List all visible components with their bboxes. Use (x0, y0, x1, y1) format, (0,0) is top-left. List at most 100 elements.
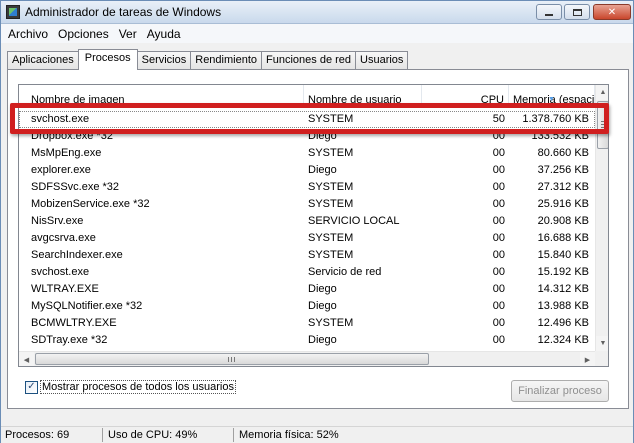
table-row[interactable]: SearchIndexer.exe SYSTEM 00 15.840 KB (19, 247, 595, 264)
cell-cpu: 00 (492, 249, 505, 261)
cell-cpu: 00 (492, 317, 505, 329)
cell-user-name: SYSTEM (308, 181, 354, 193)
cell-memory: 12.496 KB (537, 317, 589, 329)
scroll-up-icon[interactable]: ▲ (596, 85, 608, 100)
vertical-scroll-thumb[interactable] (597, 101, 608, 149)
tab-servicios[interactable]: Servicios (136, 51, 192, 70)
cell-memory: 15.192 KB (537, 266, 589, 278)
cell-cpu: 00 (492, 215, 505, 227)
minimize-icon (545, 14, 553, 16)
cell-cpu: 00 (492, 283, 505, 295)
cell-image-name: WLTRAY.EXE (31, 283, 99, 295)
process-list[interactable]: Nombre de imagen Nombre de usuario CPU ▼… (18, 84, 609, 367)
status-separator (233, 428, 234, 442)
table-row[interactable]: MySQLNotifier.exe *32 Diego 00 13.988 KB (19, 298, 595, 315)
cell-image-name: svchost.exe (31, 113, 90, 125)
cell-image-name: NisSrv.exe (31, 215, 84, 227)
status-bar: Procesos: 69 Uso de CPU: 49% Memoria fís… (1, 426, 633, 443)
tab-rendimiento[interactable]: Rendimiento (190, 51, 263, 70)
menu-ayuda[interactable]: Ayuda (142, 27, 186, 41)
show-all-users-checkbox[interactable]: ✓ (25, 380, 38, 394)
cell-memory: 15.840 KB (537, 249, 589, 261)
cell-memory: 133.532 KB (531, 130, 590, 142)
menu-archivo[interactable]: Archivo (3, 27, 53, 41)
status-process-count: Procesos: 69 (5, 429, 70, 441)
cell-memory: 14.312 KB (537, 283, 589, 295)
column-header-user-name[interactable]: Nombre de usuario (304, 85, 422, 108)
status-separator (102, 428, 103, 442)
title-bar[interactable]: Administrador de tareas de Windows ✕ (1, 1, 633, 24)
table-row[interactable]: svchost.exe SYSTEM 50 1.378.760 KB (19, 111, 595, 128)
vertical-scrollbar[interactable]: ▲ ▼ (595, 85, 608, 351)
horizontal-scroll-thumb[interactable] (35, 353, 429, 365)
cell-user-name: Servicio de red (308, 266, 382, 278)
table-row[interactable]: SDFSSvc.exe *32 SYSTEM 00 27.312 KB (19, 179, 595, 196)
status-cpu-usage: Uso de CPU: 49% (108, 429, 198, 441)
scroll-left-icon[interactable]: ◀ (19, 352, 34, 366)
cell-user-name: Diego (308, 164, 337, 176)
cell-memory: 1.378.760 KB (522, 113, 589, 125)
column-header-memory[interactable]: ▼ Memoria (espaci... (509, 85, 595, 108)
cell-cpu: 00 (492, 181, 505, 193)
cell-image-name: MySQLNotifier.exe *32 (31, 300, 143, 312)
cell-memory: 80.660 KB (537, 147, 589, 159)
menu-ver[interactable]: Ver (114, 27, 142, 41)
show-all-users-option[interactable]: ✓ Mostrar procesos de todos los usuarios (25, 380, 236, 394)
maximize-button[interactable] (564, 4, 590, 20)
cell-memory: 20.908 KB (537, 215, 589, 227)
cell-user-name: SYSTEM (308, 317, 354, 329)
table-row[interactable]: BCMWLTRY.EXE SYSTEM 00 12.496 KB (19, 315, 595, 332)
show-all-users-label[interactable]: Mostrar procesos de todos los usuarios (40, 380, 236, 394)
close-button[interactable]: ✕ (593, 4, 631, 20)
cell-cpu: 00 (492, 232, 505, 244)
scroll-right-icon[interactable]: ▶ (580, 352, 595, 366)
cell-image-name: avgcsrva.exe (31, 232, 96, 244)
checkmark-icon: ✓ (27, 381, 36, 392)
cell-user-name: Diego (308, 283, 337, 295)
tab-procesos[interactable]: Procesos (77, 49, 138, 70)
task-manager-window: Administrador de tareas de Windows ✕ Arc… (0, 0, 634, 443)
close-icon: ✕ (607, 6, 617, 18)
cell-image-name: MsMpEng.exe (31, 147, 102, 159)
menu-opciones[interactable]: Opciones (53, 27, 114, 41)
table-row[interactable]: NisSrv.exe SERVICIO LOCAL 00 20.908 KB (19, 213, 595, 230)
cell-image-name: SDFSSvc.exe *32 (31, 181, 120, 193)
cell-cpu: 00 (492, 147, 505, 159)
cell-user-name: SYSTEM (308, 147, 354, 159)
cell-user-name: SERVICIO LOCAL (308, 215, 400, 227)
horizontal-scrollbar[interactable]: ◀ ▶ (19, 351, 595, 366)
end-process-button[interactable]: Finalizar proceso (511, 380, 609, 402)
cell-user-name: Diego (308, 334, 337, 346)
scroll-down-icon[interactable]: ▼ (596, 336, 608, 351)
cell-memory: 27.312 KB (537, 181, 589, 193)
table-row[interactable]: SDTray.exe *32 Diego 00 12.324 KB (19, 332, 595, 349)
cell-cpu: 00 (492, 266, 505, 278)
table-row[interactable]: avgcsrva.exe SYSTEM 00 16.688 KB (19, 230, 595, 247)
table-row[interactable]: explorer.exe Diego 00 37.256 KB (19, 162, 595, 179)
maximize-icon (572, 8, 582, 16)
cell-user-name: Diego (308, 300, 337, 312)
column-header-cpu[interactable]: CPU (422, 85, 509, 108)
status-physical-memory: Memoria física: 52% (239, 429, 339, 441)
column-header-image-name[interactable]: Nombre de imagen (19, 85, 304, 108)
table-row[interactable]: MsMpEng.exe SYSTEM 00 80.660 KB (19, 145, 595, 162)
tab-strip: Aplicaciones Procesos Servicios Rendimie… (7, 49, 409, 70)
cell-cpu: 00 (492, 164, 505, 176)
tab-funciones-de-red[interactable]: Funciones de red (261, 51, 357, 70)
cell-memory: 12.324 KB (537, 334, 589, 346)
cell-user-name: SYSTEM (308, 198, 354, 210)
cell-memory: 37.256 KB (537, 164, 589, 176)
table-row[interactable]: WLTRAY.EXE Diego 00 14.312 KB (19, 281, 595, 298)
cell-user-name: SYSTEM (308, 113, 354, 125)
tab-aplicaciones[interactable]: Aplicaciones (7, 51, 79, 70)
minimize-button[interactable] (536, 4, 562, 20)
tab-usuarios[interactable]: Usuarios (355, 51, 409, 70)
table-row[interactable]: Dropbox.exe *32 Diego 00 133.532 KB (19, 128, 595, 145)
cell-memory: 13.988 KB (537, 300, 589, 312)
table-row[interactable]: svchost.exe Servicio de red 00 15.192 KB (19, 264, 595, 281)
cell-cpu: 50 (492, 113, 505, 125)
cell-image-name: explorer.exe (31, 164, 91, 176)
table-row[interactable]: MobizenService.exe *32 SYSTEM 00 25.916 KB (19, 196, 595, 213)
cell-image-name: MobizenService.exe *32 (31, 198, 150, 210)
cell-user-name: SYSTEM (308, 249, 354, 261)
